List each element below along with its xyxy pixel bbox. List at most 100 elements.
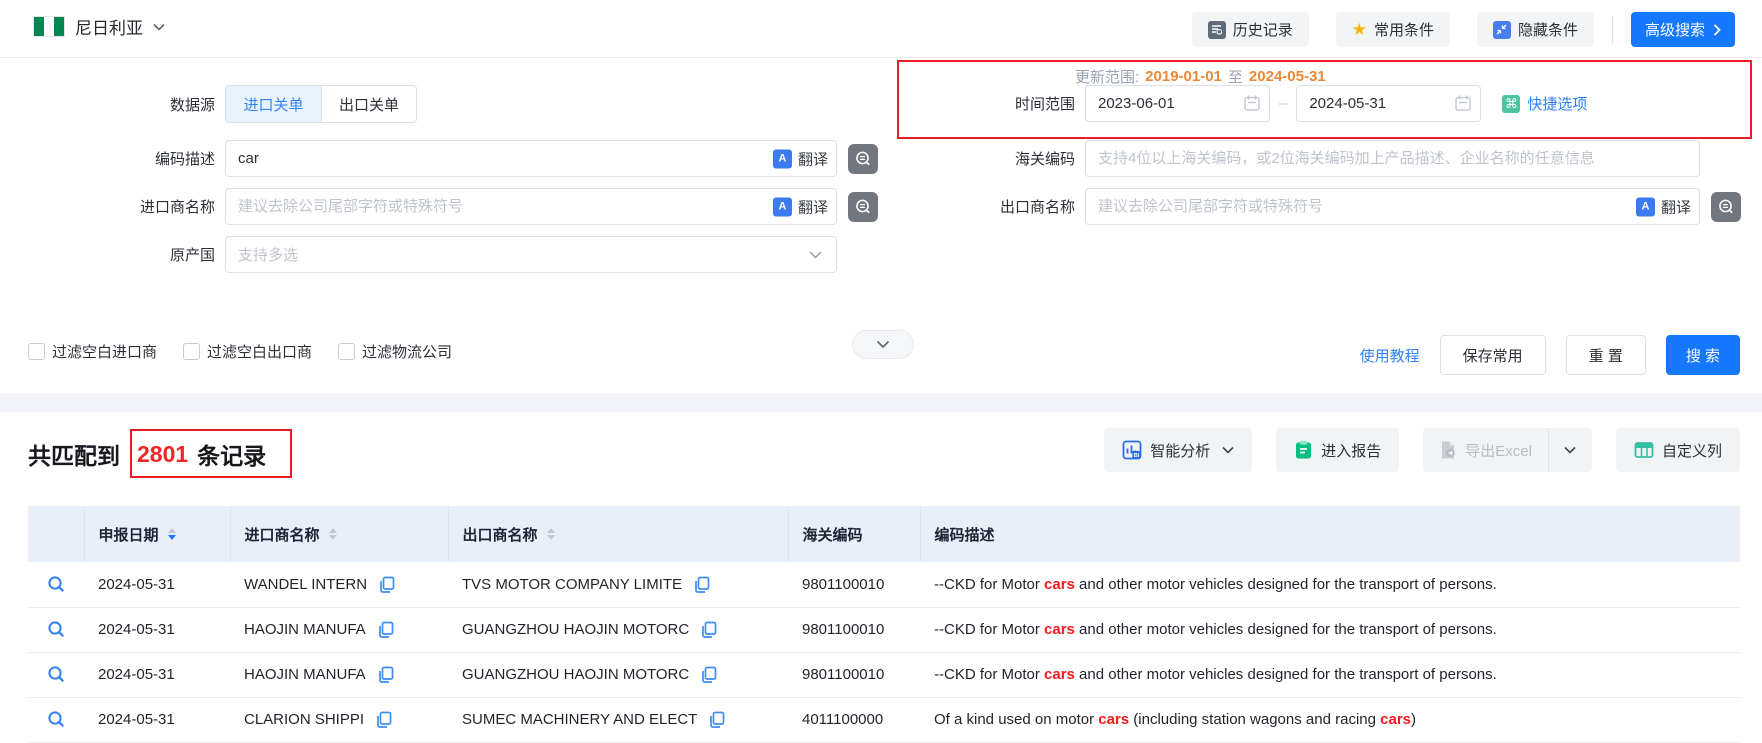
calendar-icon[interactable]	[1454, 94, 1472, 112]
fuzzy-match-button[interactable]	[848, 144, 878, 174]
column-label: 申报日期	[99, 524, 159, 545]
checkbox-filter-blank-importer[interactable]: 过滤空白进口商	[28, 341, 157, 362]
chevron-down-icon	[876, 340, 890, 349]
cell-declaration-date: 2024-05-31	[84, 652, 230, 697]
copy-icon[interactable]	[376, 711, 392, 728]
country-selector[interactable]: 尼日利亚	[33, 14, 165, 39]
section-separator	[0, 393, 1762, 412]
column-label: 海关编码	[803, 524, 863, 545]
row-search-icon[interactable]	[47, 665, 66, 684]
tab-import-declarations[interactable]: 进口关单	[226, 86, 321, 122]
hide-conditions-button[interactable]: 隐藏条件	[1477, 12, 1594, 47]
update-range-to: 至	[1228, 66, 1243, 87]
sort-icon[interactable]	[329, 528, 337, 540]
cell-description: --CKD for Motor cars and other motor veh…	[920, 652, 1740, 697]
sort-icon[interactable]	[168, 528, 176, 540]
time-range-row: 时间范围 – ⌘ 快捷选项	[940, 85, 1587, 122]
expand-conditions-button[interactable]	[852, 330, 914, 359]
code-description-input[interactable]	[225, 140, 837, 177]
copy-icon[interactable]	[694, 576, 710, 593]
translate-button[interactable]: A 翻译	[773, 196, 828, 217]
match-count: 2801	[137, 441, 188, 468]
quick-options-button[interactable]: ⌘ 快捷选项	[1502, 93, 1587, 114]
column-header[interactable]: 出口商名称	[448, 506, 788, 562]
results-actions: BI 智能分析 进入报告 导出Excel 自定义列	[1104, 428, 1740, 472]
copy-icon[interactable]	[378, 621, 394, 638]
column-header[interactable]: 进口商名称	[230, 506, 448, 562]
export-icon	[1439, 440, 1457, 460]
table-row: 2024-05-31HAOJIN MANUFAGUANGZHOU HAOJIN …	[28, 652, 1740, 697]
checkbox-icon	[28, 343, 45, 360]
importer-input[interactable]	[225, 188, 837, 225]
checkbox-label: 过滤空白出口商	[207, 341, 312, 362]
tab-export-declarations[interactable]: 出口关单	[321, 86, 416, 122]
page: 尼日利亚 历史记录 ★ 常用条件 隐藏条件 高级搜索 数据源	[0, 0, 1762, 742]
calendar-icon[interactable]	[1243, 94, 1261, 112]
copy-icon[interactable]	[709, 711, 725, 728]
favorites-button[interactable]: ★ 常用条件	[1336, 12, 1450, 47]
match-suffix: 条记录	[197, 437, 266, 471]
cell-exporter: SUMEC MACHINERY AND ELECT	[448, 697, 788, 742]
fuzzy-match-icon	[854, 150, 872, 168]
row-search-icon[interactable]	[47, 620, 66, 639]
copy-icon[interactable]	[378, 666, 394, 683]
update-range-end: 2024-05-31	[1249, 68, 1326, 85]
table-row: 2024-05-31WANDEL INTERNTVS MOTOR COMPANY…	[28, 562, 1740, 607]
translate-button[interactable]: A 翻译	[773, 148, 828, 169]
history-label: 历史记录	[1233, 19, 1293, 40]
cell-description: --CKD for Motor cars and other motor veh…	[920, 562, 1740, 607]
cell-importer: WANDEL INTERN	[230, 562, 448, 607]
tutorial-link[interactable]: 使用教程	[1360, 345, 1420, 366]
collapse-icon	[1493, 21, 1511, 39]
translate-label: 翻译	[1661, 196, 1691, 217]
command-icon: ⌘	[1502, 95, 1520, 113]
update-range-label: 更新范围:	[1075, 66, 1139, 87]
export-options-button[interactable]	[1548, 428, 1592, 472]
results-title: 共匹配到 2801 条记录	[28, 437, 266, 471]
save-conditions-button[interactable]: 保存常用	[1440, 335, 1546, 375]
origin-country-select[interactable]: 支持多选	[225, 236, 837, 273]
checkbox-icon	[338, 343, 355, 360]
importer-row: 进口商名称 A 翻译	[60, 188, 878, 225]
copy-icon[interactable]	[701, 666, 717, 683]
hs-code-input[interactable]	[1085, 140, 1700, 177]
nigeria-flag-icon	[33, 16, 65, 37]
time-range-label: 时间范围	[940, 93, 1075, 114]
exporter-input[interactable]	[1085, 188, 1700, 225]
checkbox-filter-logistics[interactable]: 过滤物流公司	[338, 341, 452, 362]
arrow-right-icon	[1713, 24, 1721, 36]
cell-description: --CKD for Motor cars and other motor veh…	[920, 607, 1740, 652]
reset-button[interactable]: 重 置	[1566, 335, 1646, 375]
chevron-down-icon	[809, 251, 822, 259]
table-header-row: 申报日期 进口商名称出口商名称海关编码 编码描述	[28, 506, 1740, 562]
fuzzy-match-button[interactable]	[1711, 192, 1741, 222]
smart-analysis-button[interactable]: BI 智能分析	[1104, 428, 1252, 472]
export-excel-button[interactable]: 导出Excel	[1423, 428, 1548, 472]
svg-text:BI: BI	[1134, 453, 1140, 459]
table-body: 2024-05-31WANDEL INTERNTVS MOTOR COMPANY…	[28, 562, 1740, 742]
report-icon	[1294, 440, 1313, 460]
history-button[interactable]: 历史记录	[1192, 12, 1309, 47]
search-button[interactable]: 搜 索	[1666, 335, 1740, 375]
origin-country-label: 原产国	[60, 244, 215, 265]
column-label: 编码描述	[935, 524, 995, 545]
table-row: 2024-05-31HAOJIN MANUFAGUANGZHOU HAOJIN …	[28, 607, 1740, 652]
translate-button[interactable]: A 翻译	[1636, 196, 1691, 217]
copy-icon[interactable]	[701, 621, 717, 638]
fuzzy-match-button[interactable]	[848, 192, 878, 222]
icon-column-header	[28, 506, 84, 562]
advanced-search-button[interactable]: 高级搜索	[1631, 12, 1735, 47]
custom-columns-button[interactable]: 自定义列	[1616, 428, 1740, 472]
sort-icon[interactable]	[547, 528, 555, 540]
row-search-icon[interactable]	[47, 575, 66, 594]
enter-report-button[interactable]: 进入报告	[1276, 428, 1399, 472]
favorites-label: 常用条件	[1374, 19, 1434, 40]
cell-importer: CLARION SHIPPI	[230, 697, 448, 742]
cell-hs-code: 4011100000	[788, 697, 920, 742]
cell-exporter: GUANGZHOU HAOJIN MOTORC	[448, 607, 788, 652]
column-header[interactable]: 申报日期	[84, 506, 230, 562]
checkbox-filter-blank-exporter[interactable]: 过滤空白出口商	[183, 341, 312, 362]
row-search-icon[interactable]	[47, 710, 66, 729]
translate-icon: A	[773, 149, 792, 168]
copy-icon[interactable]	[379, 576, 395, 593]
